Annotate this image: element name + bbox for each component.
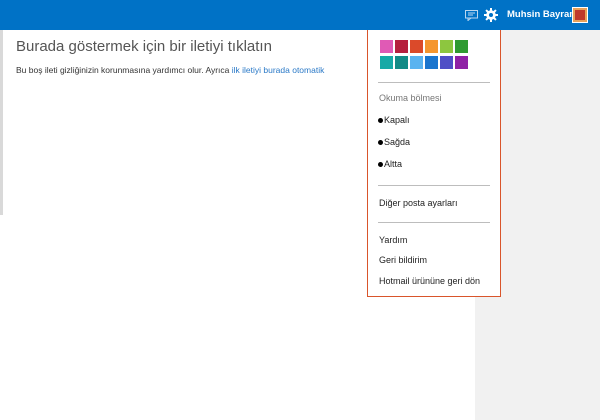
menu-divider: [378, 82, 490, 83]
gear-icon[interactable]: [481, 5, 501, 25]
description-text: Bu boş ileti gizliğinizin korunmasına ya…: [16, 65, 232, 75]
theme-color-swatch[interactable]: [410, 40, 423, 53]
reading-pane-title: Burada göstermek için bir iletiyi tıklat…: [16, 38, 272, 55]
user-name[interactable]: Muhsin Bayram: [507, 9, 578, 20]
reading-pane-option-off[interactable]: Kapalı: [378, 115, 410, 125]
other-mail-settings-link[interactable]: Diğer posta ayarları: [379, 198, 458, 208]
reading-pane-description: Bu boş ileti gizliğinizin korunmasına ya…: [16, 65, 376, 75]
theme-color-swatch[interactable]: [440, 56, 453, 69]
feedback-icon[interactable]: [461, 5, 481, 25]
theme-color-swatch[interactable]: [395, 40, 408, 53]
reading-pane-option-right[interactable]: Sağda: [378, 137, 410, 147]
auto-open-link[interactable]: ilk iletiyi burada otomatik: [232, 65, 325, 75]
theme-color-swatch[interactable]: [425, 56, 438, 69]
option-label: Sağda: [384, 137, 411, 147]
help-link[interactable]: Yardım: [379, 235, 407, 245]
radio-dot-icon: [378, 162, 383, 167]
radio-dot-icon: [378, 140, 383, 145]
theme-color-swatch[interactable]: [425, 40, 438, 53]
option-label: Altta: [384, 159, 403, 169]
theme-color-swatch[interactable]: [440, 40, 453, 53]
theme-color-swatch[interactable]: [380, 40, 393, 53]
option-label: Kapalı: [384, 115, 410, 125]
reading-pane: Burada göstermek için bir iletiyi tıklat…: [16, 38, 376, 75]
theme-color-swatch[interactable]: [455, 40, 468, 53]
avatar[interactable]: [572, 7, 588, 23]
left-pane-edge: [0, 30, 3, 215]
reading-pane-heading: Okuma bölmesi: [379, 93, 442, 103]
reading-pane-option-bottom[interactable]: Altta: [378, 159, 402, 169]
theme-color-swatch[interactable]: [380, 56, 393, 69]
settings-menu: Okuma bölmesi Kapalı Sağda Altta Diğer p…: [367, 30, 501, 297]
back-to-hotmail-link[interactable]: Hotmail ürününe geri dön: [379, 276, 480, 286]
feedback-link[interactable]: Geri bildirim: [379, 255, 427, 265]
top-bar: Muhsin Bayram: [0, 0, 600, 30]
theme-color-swatch[interactable]: [455, 56, 468, 69]
theme-color-picker: [380, 40, 468, 69]
menu-divider: [378, 222, 490, 223]
theme-color-swatch[interactable]: [395, 56, 408, 69]
radio-dot-icon: [378, 118, 383, 123]
menu-divider: [378, 185, 490, 186]
theme-color-swatch[interactable]: [410, 56, 423, 69]
